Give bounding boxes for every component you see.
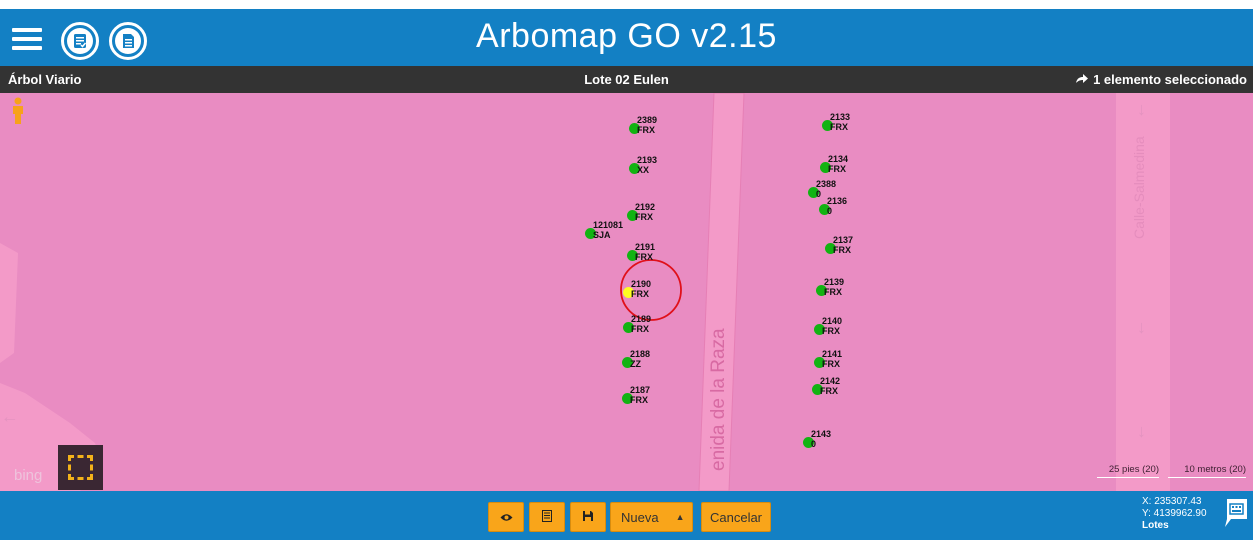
tree-species: FRX xyxy=(631,288,649,299)
arrow-down-icon: ↓ xyxy=(1137,99,1146,119)
view-button[interactable] xyxy=(488,502,524,532)
tree-label: 2192 FRX xyxy=(635,202,655,222)
map-canvas[interactable]: enida de la Raza Calle-Salmedina ↓ ↓ ↓ ↓… xyxy=(0,93,1253,491)
tree-label: 2193 XX xyxy=(637,155,657,175)
scale-feet: 25 pies (20) xyxy=(1097,464,1159,478)
arrow-left-icon: ↓ xyxy=(1,415,21,424)
coordinates-readout: X: 235307.43 Y: 4139962.90 Lotes xyxy=(1142,496,1207,532)
footer-toolbar: Nueva ▲ Cancelar X: 235307.43 Y: 4139962… xyxy=(0,491,1253,540)
caret-up-icon: ▲ xyxy=(675,512,685,522)
tree-label: 2133 FRX xyxy=(830,112,850,132)
app-header: Arbomap GO v2.15 xyxy=(0,9,1253,66)
tree-species: FRX xyxy=(822,358,840,369)
nueva-dropdown-button[interactable]: Nueva ▲ xyxy=(610,502,693,532)
tree-species: FRX xyxy=(635,211,653,222)
nueva-label: Nueva xyxy=(621,509,659,525)
selection-tool-button[interactable] xyxy=(58,445,103,490)
person-icon[interactable] xyxy=(11,97,25,125)
tree-label: 2134 FRX xyxy=(828,154,848,174)
lot-name: Lote 02 Eulen xyxy=(584,72,669,87)
bing-logo: bing xyxy=(14,467,43,484)
tree-species: 0 xyxy=(827,205,833,216)
tree-species: FRX xyxy=(833,244,851,255)
coord-y: Y: 4139962.90 xyxy=(1142,508,1207,519)
selection-tool-icon xyxy=(68,455,93,480)
scale-meters: 10 metros (20) xyxy=(1168,464,1246,478)
tree-label: 121081 SJA xyxy=(593,220,623,240)
selection-status[interactable]: 1 elemento seleccionado xyxy=(1076,72,1247,87)
street-label-avenida: enida de la Raza xyxy=(708,328,729,471)
tree-species: SJA xyxy=(593,229,611,240)
tree-species: FRX xyxy=(631,323,649,334)
tree-species: FRX xyxy=(828,163,846,174)
tree-label: 2187 FRX xyxy=(630,385,650,405)
tree-label: 2141 FRX xyxy=(822,349,842,369)
eye-icon xyxy=(500,510,513,525)
cancel-button[interactable]: Cancelar xyxy=(701,502,771,532)
tree-species: FRX xyxy=(637,124,655,135)
tree-label: 2188 ZZ xyxy=(630,349,650,369)
tree-species: FRX xyxy=(630,394,648,405)
tree-species: ZZ xyxy=(630,358,641,369)
form-icon xyxy=(542,509,552,525)
tree-label: 2189 FRX xyxy=(631,314,651,334)
tree-species: FRX xyxy=(824,286,842,297)
tree-label: 2190 FRX xyxy=(631,279,651,299)
tree-label: 2139 FRX xyxy=(824,277,844,297)
tree-species: FRX xyxy=(635,251,653,262)
keyboard-icon xyxy=(1221,499,1248,532)
app-title: Arbomap GO v2.15 xyxy=(476,17,777,55)
tree-label: 2389 FRX xyxy=(637,115,657,135)
form-button[interactable] xyxy=(529,502,565,532)
tree-species: XX xyxy=(637,164,650,175)
tree-label: 2137 FRX xyxy=(833,235,853,255)
arrow-down-icon: ↓ xyxy=(1137,317,1146,337)
tree-label: 2142 FRX xyxy=(820,376,840,396)
save-button[interactable] xyxy=(570,502,606,532)
selection-status-label: 1 elemento seleccionado xyxy=(1093,72,1247,87)
arrow-down-icon: ↓ xyxy=(1137,421,1146,441)
tree-label: 2191 FRX xyxy=(635,242,655,262)
tree-label: 2136 0 xyxy=(827,196,847,216)
tree-label: 2143 0 xyxy=(811,429,831,449)
tree-species: FRX xyxy=(822,325,840,336)
tree-species: 0 xyxy=(811,438,817,449)
coord-x: X: 235307.43 xyxy=(1142,496,1202,507)
tree-species: FRX xyxy=(830,121,848,132)
share-arrow-icon xyxy=(1076,72,1089,87)
keyboard-button[interactable] xyxy=(1221,498,1248,528)
app: Arbomap GO v2.15 Árbol Viario Lote 02 Eu… xyxy=(0,0,1253,540)
tree-species: FRX xyxy=(820,385,838,396)
lotes-link[interactable]: Lotes xyxy=(1142,520,1207,532)
tree-label: 2140 FRX xyxy=(822,316,842,336)
save-icon xyxy=(582,510,594,525)
subheader-bar: Árbol Viario Lote 02 Eulen 1 elemento se… xyxy=(0,66,1253,93)
street-label-salmedina: Calle-Salmedina xyxy=(1131,136,1147,239)
